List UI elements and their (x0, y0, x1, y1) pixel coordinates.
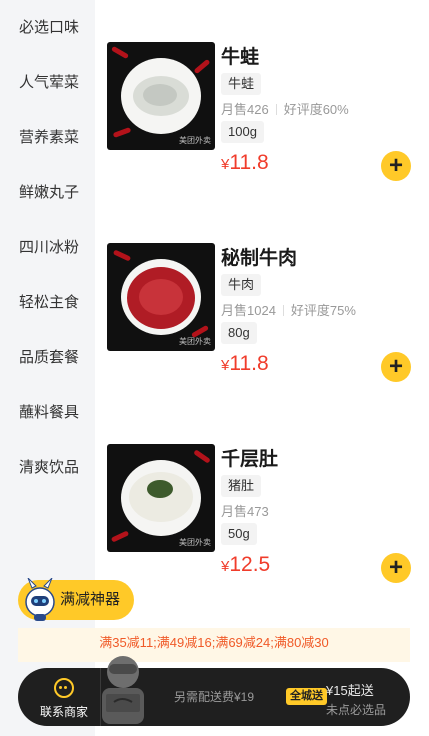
product-card[interactable]: 美团外卖 秘制牛肉 牛肉 月售1024 好评度75% 80g ¥11.8 + (107, 243, 429, 443)
product-spec: 80g (221, 322, 257, 344)
chat-icon (54, 678, 74, 698)
product-name: 牛蛙 (221, 47, 260, 68)
product-price: ¥11.8 (221, 352, 269, 376)
image-watermark: 美团外卖 (179, 337, 211, 346)
sidebar-item-set-meals[interactable]: 品质套餐 (0, 338, 95, 378)
sidebar-item-ice-jelly[interactable]: 四川冰粉 (0, 228, 95, 268)
product-image[interactable]: 美团外卖 (107, 42, 215, 150)
sidebar-item-required-flavor[interactable]: 必选口味 (0, 8, 95, 48)
monthly-sales: 月售473 (221, 504, 269, 519)
plus-icon: + (388, 554, 403, 581)
product-tag: 牛肉 (221, 274, 262, 296)
sidebar-item-vegetables[interactable]: 营养素菜 (0, 118, 95, 158)
add-to-cart-button[interactable]: + (381, 352, 411, 382)
citywide-delivery-badge: 全城送 (286, 688, 327, 705)
product-price: ¥12.5 (221, 553, 270, 577)
add-to-cart-button[interactable]: + (381, 151, 411, 181)
sidebar-item-staples[interactable]: 轻松主食 (0, 283, 95, 323)
sidebar-item-meatballs[interactable]: 鲜嫩丸子 (0, 173, 95, 213)
product-spec: 100g (221, 121, 264, 143)
discount-info-bar: 满35减11;满49减16;满69减24;满80减30 (18, 628, 410, 662)
delivery-fee: 另需配送费¥19 (174, 690, 255, 704)
monthly-sales: 月售1024 (221, 303, 276, 318)
monthly-sales: 月售426 (221, 102, 269, 117)
add-to-cart-button[interactable]: + (381, 553, 411, 583)
discount-helper-label: 满减神器 (60, 591, 121, 608)
required-item-hint: 未点必选品 (326, 703, 387, 717)
robot-mascot-icon (25, 578, 55, 621)
product-price: ¥11.8 (221, 151, 269, 175)
image-watermark: 美团外卖 (179, 538, 211, 547)
rating: 好评度60% (283, 102, 349, 117)
product-stats: 月售473 (221, 501, 269, 520)
product-image[interactable]: 美团外卖 (107, 243, 215, 351)
product-name: 秘制牛肉 (221, 248, 298, 269)
price-value: 11.8 (229, 151, 269, 174)
product-name: 千层肚 (221, 449, 279, 470)
rating: 好评度75% (290, 303, 356, 318)
sidebar-item-drinks[interactable]: 清爽饮品 (0, 448, 95, 488)
category-sidebar: 必选口味 人气荤菜 营养素菜 鲜嫩丸子 四川冰粉 轻松主食 品质套餐 蘸料餐具 … (0, 0, 95, 736)
product-card[interactable]: 美团外卖 千层肚 猪肚 月售473 50g ¥12.5 + (107, 444, 429, 644)
plus-icon: + (388, 152, 403, 179)
product-stats: 月售426 好评度60% (221, 99, 349, 118)
plus-icon: + (388, 353, 403, 380)
minimum-order: ¥15起送 (326, 683, 374, 698)
discount-text: 满35减11;满49减16;满69减24;满80减30 (99, 635, 329, 650)
delivery-rider-icon (102, 656, 144, 724)
product-card[interactable]: 美团外卖 牛蛙 牛蛙 月售426 好评度60% 100g ¥11.8 + (107, 42, 429, 242)
sidebar-item-sauces-tableware[interactable]: 蘸料餐具 (0, 393, 95, 433)
product-spec: 50g (221, 523, 257, 545)
sidebar-item-popular-meat[interactable]: 人气荤菜 (0, 63, 95, 103)
product-tag: 牛蛙 (221, 73, 262, 95)
image-watermark: 美团外卖 (179, 136, 211, 145)
product-stats: 月售1024 好评度75% (221, 300, 356, 319)
product-image[interactable]: 美团外卖 (107, 444, 215, 552)
price-value: 11.8 (229, 352, 269, 375)
price-value: 12.5 (229, 553, 271, 576)
product-tag: 猪肚 (221, 475, 262, 497)
cart-bar[interactable]: 联系商家 另需配送费¥19 全城送 ¥15起送 未点必选品 (18, 668, 410, 726)
